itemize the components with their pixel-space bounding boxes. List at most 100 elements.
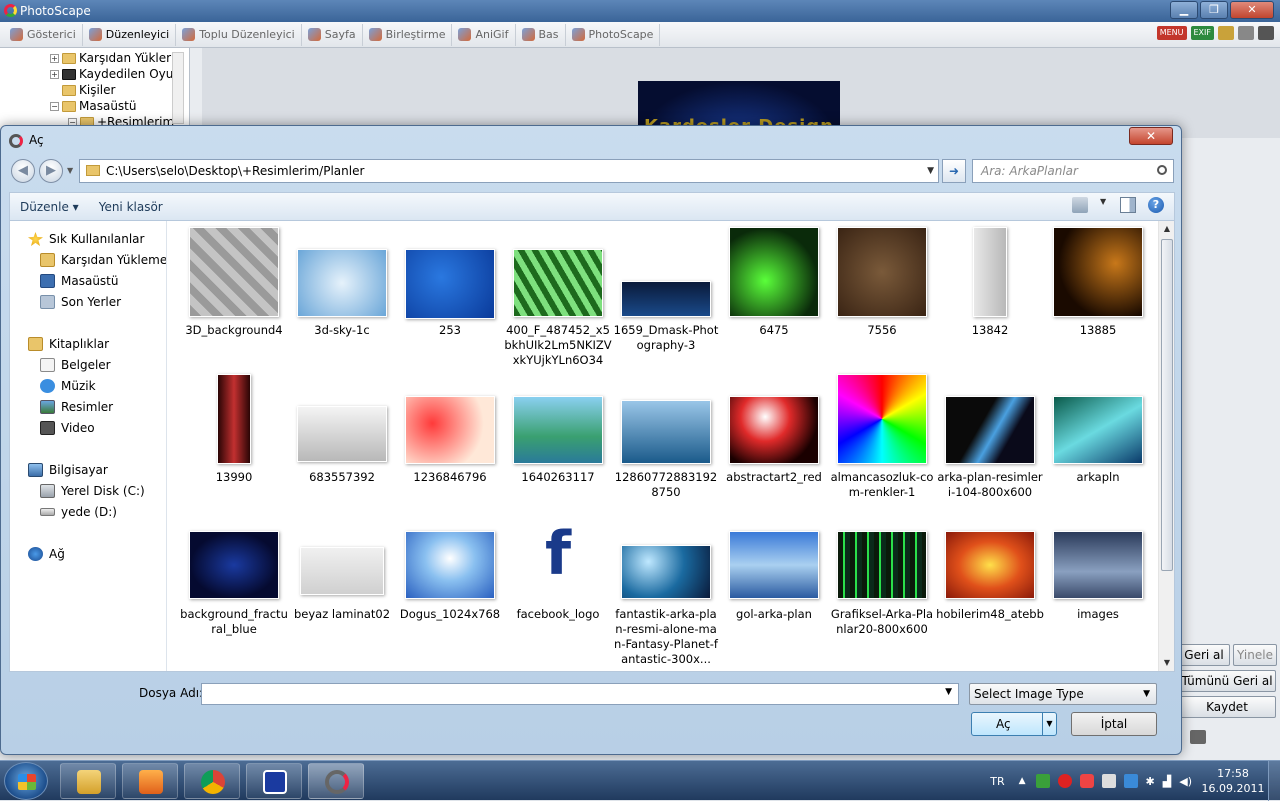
tray-app-icon[interactable] [1035, 774, 1050, 788]
forward-button[interactable]: ▶ [39, 159, 63, 183]
nav-recent[interactable]: Son Yerler [40, 292, 121, 312]
nav-libraries[interactable]: Kitaplıklar [28, 334, 109, 354]
dialog-close-button[interactable]: ✕ [1129, 127, 1173, 145]
file-list-scrollbar[interactable]: ▲ ▼ [1158, 221, 1174, 671]
file-item[interactable]: 13842 [940, 227, 1040, 367]
nav-pictures[interactable]: Resimler [40, 397, 113, 417]
file-item[interactable]: background_fractural_blue [180, 521, 288, 661]
address-dropdown-icon[interactable]: ▼ [927, 160, 934, 182]
file-item[interactable]: 683557392 [292, 374, 392, 514]
scrollbar-thumb[interactable] [1161, 239, 1173, 571]
nav-music[interactable]: Müzik [40, 376, 96, 396]
maximize-button[interactable]: ❐ [1200, 1, 1228, 19]
exif-button[interactable]: EXIF [1190, 26, 1214, 40]
tree-scrollbar[interactable] [172, 52, 184, 124]
filename-dropdown-icon[interactable]: ▼ [945, 687, 952, 697]
file-item[interactable]: arka-plan-resimleri-104-800x600 [937, 374, 1043, 514]
tree-item[interactable]: − Masaüstü [50, 98, 136, 114]
view-options-icon[interactable] [1072, 197, 1088, 213]
file-item[interactable]: fantastik-arka-plan-resmi-alone-man-Fant… [614, 521, 718, 666]
file-item[interactable]: 7556 [832, 227, 932, 367]
taskbar-chrome[interactable] [184, 763, 240, 799]
signal-icon[interactable]: ▟ [1163, 775, 1171, 788]
filename-input[interactable]: ▼ [201, 683, 959, 705]
file-item[interactable]: 3D_background4 [184, 227, 284, 367]
menu-button[interactable]: MENU [1156, 26, 1187, 40]
preview-pane-icon[interactable] [1120, 197, 1136, 213]
file-item[interactable]: 3d-sky-1c [292, 227, 392, 367]
back-button[interactable]: ◀ [11, 159, 35, 183]
start-button[interactable] [4, 762, 48, 800]
open-button[interactable]: Aç ▼ [971, 712, 1057, 736]
file-item[interactable]: hobilerim48_atebb [936, 521, 1044, 661]
volume-icon[interactable]: ◀) [1179, 775, 1192, 788]
tab-viewer[interactable]: Gösterici [4, 23, 83, 46]
file-item[interactable]: 13885 [1048, 227, 1148, 367]
search-input[interactable]: Ara: ArkaPlanlar [972, 159, 1174, 183]
tab-page[interactable]: Sayfa [302, 23, 363, 46]
clock[interactable]: 17:58 16.09.2011 [1198, 766, 1268, 796]
tray-window-icon[interactable] [1123, 774, 1138, 788]
tab-combine[interactable]: Birleştirme [363, 23, 453, 46]
nav-downloads[interactable]: Karşıdan Yüklemele [40, 250, 166, 270]
taskbar-media-player[interactable] [122, 763, 178, 799]
nav-network[interactable]: Ağ [28, 544, 65, 564]
opera-icon[interactable] [1057, 774, 1072, 788]
file-item[interactable]: 6475 [724, 227, 824, 367]
file-type-select[interactable]: Select Image Type ▼ [969, 683, 1157, 705]
address-bar[interactable]: C:\Users\selo\Desktop\+Resimlerim/Planle… [79, 159, 939, 183]
nav-desktop[interactable]: Masaüstü [40, 271, 118, 291]
file-item[interactable]: beyaz laminat02 [292, 521, 392, 661]
help-icon[interactable]: ? [1148, 197, 1164, 213]
file-item[interactable]: almancasozluk-com-renkler-1 [831, 374, 933, 514]
tab-editor[interactable]: Düzenleyici [83, 23, 177, 46]
tree-item[interactable]: Kişiler [62, 82, 115, 98]
scroll-up-icon[interactable]: ▲ [1159, 221, 1175, 237]
folder-icon[interactable] [1218, 26, 1234, 40]
file-item[interactable]: Grafiksel-Arka-Planlar20-800x600 [831, 521, 933, 661]
tree-item[interactable]: + Karşıdan Yükler [50, 50, 171, 66]
save-button[interactable]: Kaydet [1178, 696, 1276, 718]
tree-item[interactable]: + Kaydedilen Oyu [50, 66, 173, 82]
undo-button[interactable]: Geri al [1178, 644, 1230, 666]
file-item[interactable]: f facebook_logo [508, 511, 608, 661]
tab-batch-editor[interactable]: Toplu Düzenleyici [176, 23, 302, 46]
help-icon-app[interactable] [1258, 26, 1274, 40]
close-app-button[interactable]: ✕ [1230, 1, 1274, 19]
nav-video[interactable]: Video [40, 418, 95, 438]
usb-icon[interactable] [1101, 774, 1116, 788]
recent-pages-icon[interactable]: ▼ [67, 166, 73, 175]
show-desktop-button[interactable] [1268, 761, 1280, 801]
minimize-button[interactable]: ▁ [1170, 1, 1198, 19]
nav-documents[interactable]: Belgeler [40, 355, 111, 375]
file-item[interactable]: 253 [400, 227, 500, 367]
view-dropdown-icon[interactable]: ▼ [1100, 197, 1108, 213]
redo-button[interactable]: Yinele [1233, 644, 1277, 666]
file-item[interactable]: arkapln [1048, 374, 1148, 514]
taskbar-photoscape[interactable] [308, 763, 364, 799]
taskbar-explorer[interactable] [60, 763, 116, 799]
file-item[interactable]: 13990 [184, 374, 284, 514]
file-item[interactable]: 1659_Dmask-Photography-3 [614, 227, 718, 367]
file-item[interactable]: Dogus_1024x768 [400, 521, 500, 661]
go-arrow-button[interactable]: ➜ [942, 159, 966, 183]
cancel-button[interactable]: İptal [1071, 712, 1157, 736]
tab-photoscape[interactable]: PhotoScape [566, 23, 661, 46]
new-folder-button[interactable]: Yeni klasör [89, 196, 173, 218]
file-item[interactable]: 1640263117 [508, 374, 608, 514]
file-item[interactable]: gol-arka-plan [724, 521, 824, 661]
nav-drive-d[interactable]: yede (D:) [40, 502, 117, 522]
copy-icon[interactable] [1238, 26, 1254, 40]
tab-print[interactable]: Bas [516, 23, 566, 46]
tab-anigif[interactable]: AniGif [452, 23, 516, 46]
bluetooth-icon[interactable]: ✱ [1146, 775, 1155, 788]
open-split-dropdown-icon[interactable]: ▼ [1042, 713, 1056, 735]
show-hidden-icons[interactable]: ▲ [1019, 776, 1026, 786]
organize-menu[interactable]: Düzenle ▾ [10, 196, 89, 218]
taskbar-app[interactable] [246, 763, 302, 799]
file-item[interactable]: abstractart2_red [724, 374, 824, 514]
file-item[interactable]: 128607728831928750 [615, 374, 717, 514]
file-item[interactable]: images [1048, 521, 1148, 661]
nav-computer[interactable]: Bilgisayar [28, 460, 108, 480]
file-item[interactable]: 1236846796 [400, 374, 500, 514]
